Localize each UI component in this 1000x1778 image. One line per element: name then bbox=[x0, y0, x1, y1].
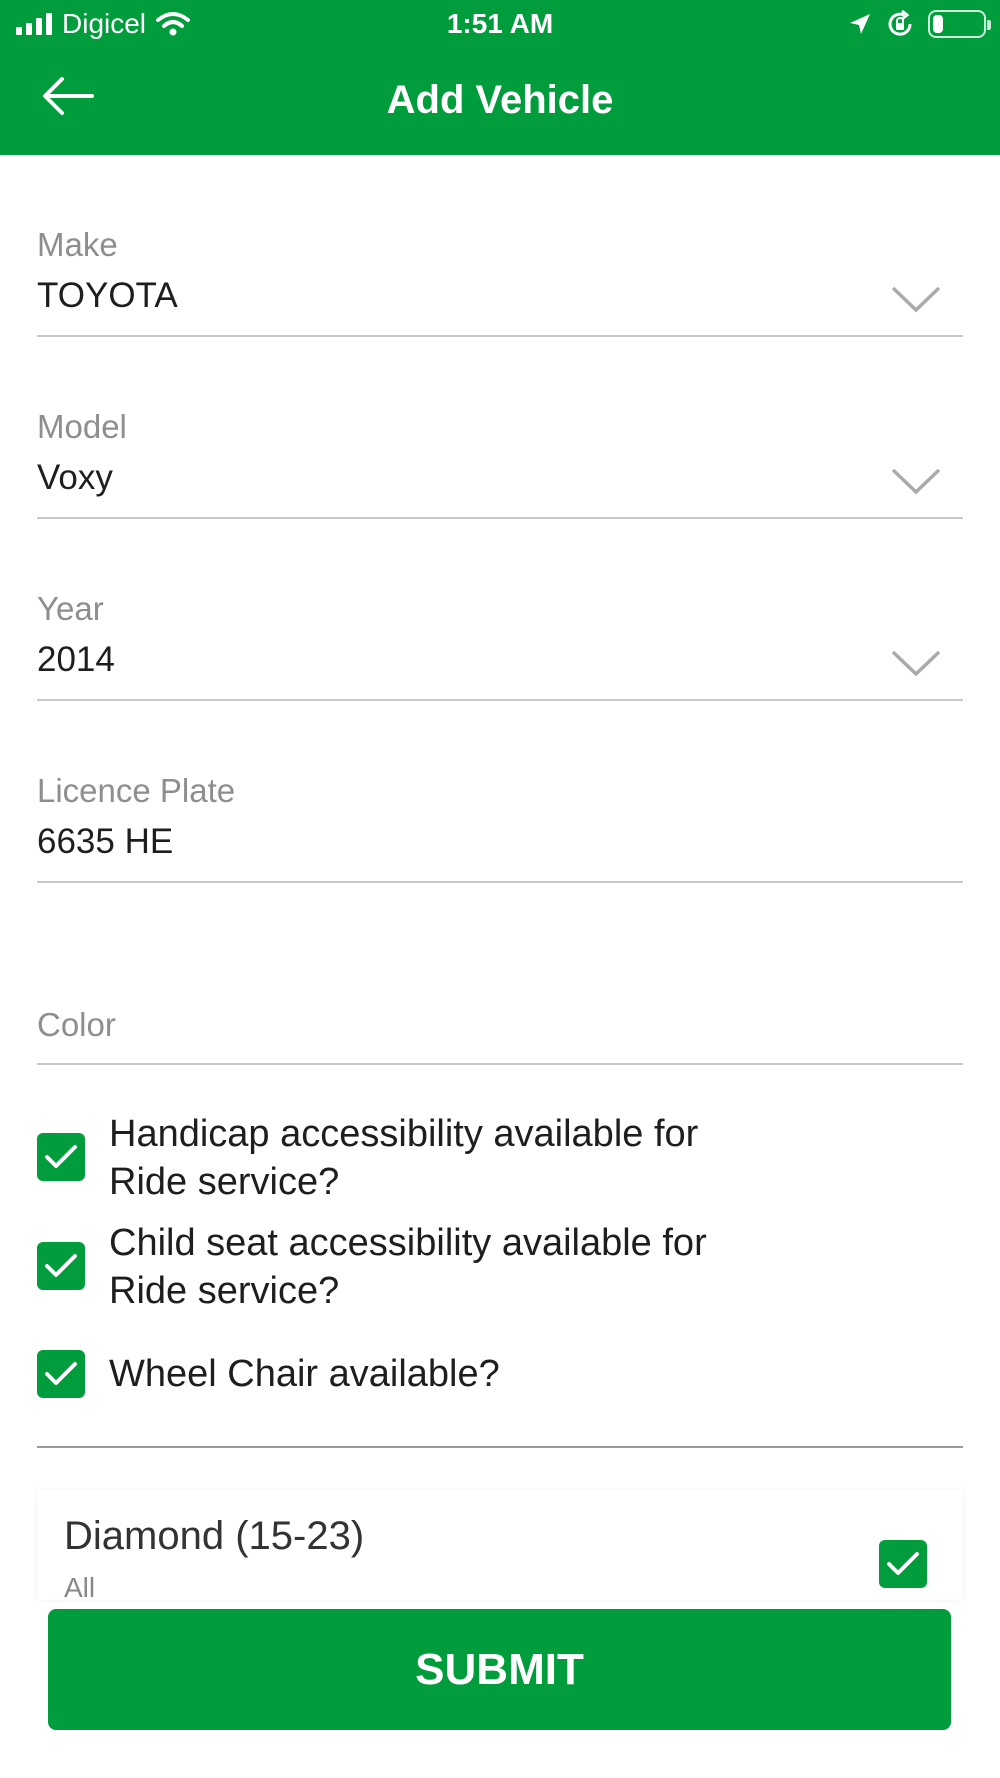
model-dropdown[interactable]: Model Voxy bbox=[37, 408, 963, 519]
wheel-chair-option[interactable]: Wheel Chair available? bbox=[37, 1350, 757, 1398]
checkmark-icon bbox=[45, 1254, 77, 1277]
chevron-down-icon bbox=[891, 468, 941, 495]
year-label: Year bbox=[37, 590, 104, 627]
child-seat-option-label: Child seat accessibility available for R… bbox=[109, 1222, 707, 1312]
battery-icon bbox=[928, 10, 991, 38]
color-field[interactable]: Color bbox=[37, 1006, 963, 1065]
page-title: Add Vehicle bbox=[386, 78, 614, 122]
handicap-option-label: Handicap accessibility available for Rid… bbox=[109, 1113, 699, 1203]
year-dropdown[interactable]: Year 2014 bbox=[37, 590, 963, 701]
rotation-lock-icon bbox=[888, 10, 912, 36]
app-header: Digicel 1:51 AM Add Vehicle bbox=[0, 0, 1000, 155]
chevron-down-icon bbox=[891, 650, 941, 677]
category-subtitle: All bbox=[64, 1572, 96, 1600]
chevron-down-icon bbox=[891, 286, 941, 313]
section-divider bbox=[37, 1446, 963, 1448]
location-arrow-icon bbox=[850, 14, 870, 34]
model-label: Model bbox=[37, 408, 127, 445]
make-label: Make bbox=[37, 226, 118, 263]
model-value: Voxy bbox=[37, 458, 113, 497]
checkmark-icon bbox=[45, 1362, 77, 1385]
child-seat-checkbox[interactable] bbox=[37, 1242, 85, 1290]
category-checkbox[interactable] bbox=[879, 1540, 927, 1588]
licence-plate-value: 6635 HE bbox=[37, 822, 174, 861]
licence-plate-field[interactable]: Licence Plate 6635 HE bbox=[37, 772, 963, 883]
make-value: TOYOTA bbox=[37, 276, 178, 315]
submit-button[interactable]: SUBMIT bbox=[48, 1609, 951, 1730]
make-dropdown[interactable]: Make TOYOTA bbox=[37, 226, 963, 337]
color-placeholder: Color bbox=[37, 1006, 116, 1043]
status-bar: Digicel 1:51 AM bbox=[0, 0, 1000, 52]
vehicle-category-card[interactable]: Diamond (15-23) All bbox=[37, 1490, 963, 1600]
checkmark-icon bbox=[45, 1145, 77, 1168]
handicap-checkbox[interactable] bbox=[37, 1133, 85, 1181]
child-seat-option[interactable]: Child seat accessibility available for R… bbox=[37, 1219, 757, 1315]
handicap-option[interactable]: Handicap accessibility available for Rid… bbox=[37, 1110, 757, 1206]
battery-fill bbox=[933, 15, 943, 33]
wheel-chair-checkbox[interactable] bbox=[37, 1350, 85, 1398]
category-title: Diamond (15-23) bbox=[64, 1514, 365, 1558]
wheel-chair-option-label: Wheel Chair available? bbox=[109, 1353, 500, 1395]
year-value: 2014 bbox=[37, 640, 115, 679]
checkmark-icon bbox=[887, 1552, 919, 1575]
licence-plate-label: Licence Plate bbox=[37, 772, 236, 809]
status-right bbox=[848, 10, 991, 38]
